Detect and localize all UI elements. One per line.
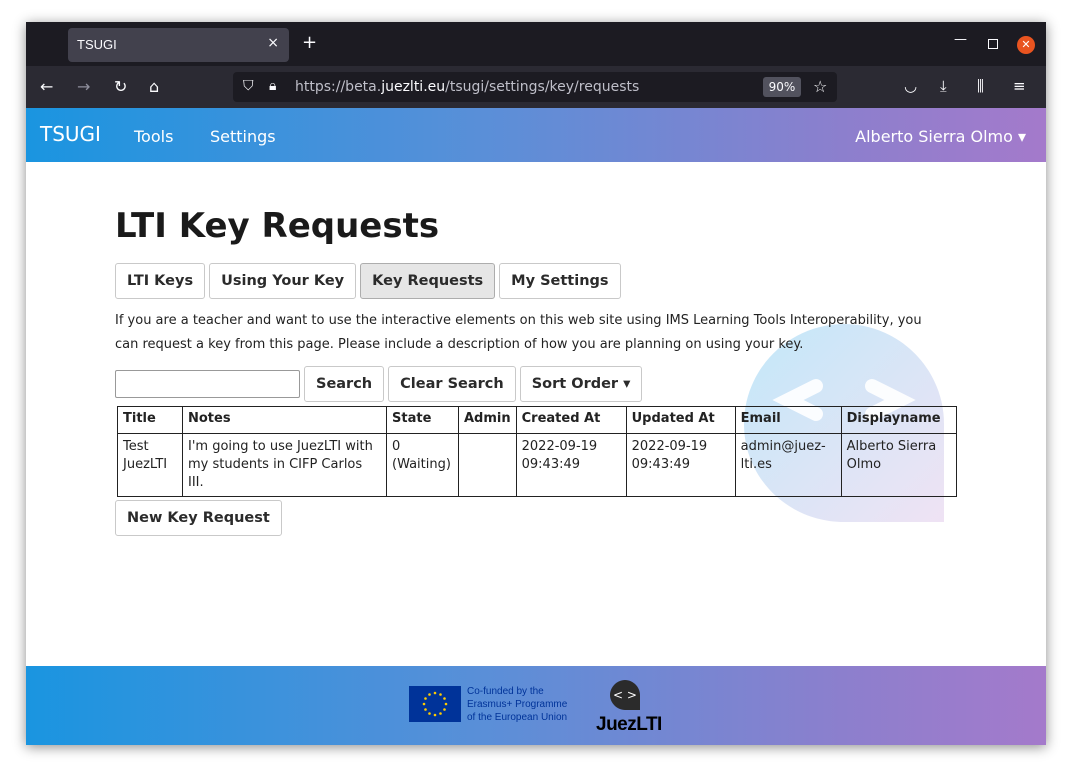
browser-window: TSUGI × + — ✕ ← → ↻ ⌂ ⛉ 🔒︎ https://beta.… bbox=[26, 22, 1046, 745]
brand-logo[interactable]: TSUGI bbox=[40, 122, 101, 146]
column-header[interactable]: Email bbox=[734, 406, 842, 434]
forward-icon[interactable]: → bbox=[77, 77, 90, 96]
library-icon[interactable]: ⫼ bbox=[977, 77, 984, 95]
cell-displayname: Alberto Sierra Olmo bbox=[840, 433, 957, 497]
eu-flag-icon bbox=[409, 686, 461, 722]
column-header[interactable]: Updated At bbox=[625, 406, 736, 434]
svg-text:< >: < > bbox=[613, 688, 637, 702]
url-text[interactable]: https://beta.juezlti.eu/tsugi/settings/k… bbox=[295, 79, 639, 95]
cell-created-at: 2022-09-19 09:43:49 bbox=[515, 433, 627, 497]
erasmus-text: Co-funded by the Erasmus+ Programme of t… bbox=[467, 685, 567, 724]
pocket-icon[interactable]: ◡ bbox=[904, 77, 917, 95]
cell-updated-at: 2022-09-19 09:43:49 bbox=[625, 433, 736, 497]
search-button[interactable]: Search bbox=[304, 366, 385, 402]
clear-search-button[interactable]: Clear Search bbox=[388, 366, 516, 402]
home-icon[interactable]: ⌂ bbox=[149, 77, 159, 96]
zoom-level[interactable]: 90% bbox=[763, 77, 801, 97]
column-header[interactable]: Title bbox=[117, 406, 183, 434]
site-footer: Co-funded by the Erasmus+ Programme of t… bbox=[26, 666, 1046, 745]
sort-order-button[interactable]: Sort Order ▾ bbox=[519, 366, 643, 402]
juezlti-logo-text: JuezLTI bbox=[596, 714, 662, 735]
cell-admin bbox=[458, 433, 517, 497]
close-window-icon[interactable]: ✕ bbox=[1017, 36, 1035, 54]
settings-tabs: LTI Keys Using Your Key Key Requests My … bbox=[115, 263, 621, 299]
browser-tab-bar: TSUGI × + — ✕ bbox=[26, 22, 1046, 66]
erasmus-line-3: of the European Union bbox=[467, 712, 568, 723]
column-header[interactable]: Admin bbox=[458, 406, 517, 434]
intro-text: If you are a teacher and want to use the… bbox=[115, 313, 922, 352]
menu-icon[interactable]: ≡ bbox=[1013, 77, 1026, 95]
juezlti-logo-icon: < > bbox=[610, 680, 640, 710]
url-bar[interactable]: ⛉ 🔒︎ https://beta.juezlti.eu/tsugi/setti… bbox=[233, 72, 837, 102]
table-header-row: Title Notes State Admin Created At Updat… bbox=[117, 406, 957, 434]
column-header[interactable]: Created At bbox=[515, 406, 627, 434]
tab-using-your-key[interactable]: Using Your Key bbox=[209, 263, 357, 299]
lock-icon[interactable]: 🔒︎ bbox=[269, 78, 276, 94]
erasmus-line-2: Erasmus+ Programme bbox=[467, 699, 568, 710]
reload-icon[interactable]: ↻ bbox=[114, 77, 127, 96]
browser-tab[interactable]: TSUGI × bbox=[68, 28, 289, 62]
search-row: Search Clear Search Sort Order ▾ bbox=[115, 366, 643, 402]
key-requests-table: Title Notes State Admin Created At Updat… bbox=[117, 406, 957, 497]
erasmus-line-1: Co-funded by the bbox=[467, 686, 544, 697]
nav-settings[interactable]: Settings bbox=[210, 127, 276, 146]
column-header[interactable]: Displayname bbox=[840, 406, 957, 434]
search-input[interactable] bbox=[115, 370, 300, 398]
new-key-request-button[interactable]: New Key Request bbox=[115, 500, 282, 536]
tab-key-requests[interactable]: Key Requests bbox=[360, 263, 496, 299]
page-title: LTI Key Requests bbox=[115, 206, 440, 246]
juezlti-logo[interactable]: < > JuezLTI bbox=[596, 680, 666, 736]
cell-title: Test JuezLTI bbox=[117, 433, 183, 497]
tab-lti-keys[interactable]: LTI Keys bbox=[115, 263, 206, 299]
column-header[interactable]: State bbox=[386, 406, 459, 434]
new-tab-icon[interactable]: + bbox=[302, 32, 317, 53]
minimize-icon[interactable]: — bbox=[954, 32, 967, 47]
maximize-icon[interactable] bbox=[988, 39, 998, 49]
download-icon[interactable]: ⤓ bbox=[940, 77, 947, 95]
bookmark-star-icon[interactable]: ☆ bbox=[813, 77, 827, 96]
cell-email: admin@juez-lti.es bbox=[734, 433, 842, 497]
close-tab-icon[interactable]: × bbox=[267, 35, 279, 51]
column-header[interactable]: Notes bbox=[182, 406, 387, 434]
tab-title: TSUGI bbox=[77, 37, 117, 52]
browser-nav-bar: ← → ↻ ⌂ ⛉ 🔒︎ https://beta.juezlti.eu/tsu… bbox=[26, 66, 1046, 108]
cell-state: 0 (Waiting) bbox=[386, 433, 459, 497]
user-menu[interactable]: Alberto Sierra Olmo ▾ bbox=[855, 127, 1026, 146]
nav-tools[interactable]: Tools bbox=[134, 127, 173, 146]
cell-notes: I'm going to use JuezLTI with my student… bbox=[182, 433, 387, 497]
back-icon[interactable]: ← bbox=[40, 77, 53, 96]
table-row[interactable]: Test JuezLTI I'm going to use JuezLTI wi… bbox=[117, 433, 957, 497]
site-header: TSUGI Tools Settings Alberto Sierra Olmo… bbox=[26, 108, 1046, 162]
tab-my-settings[interactable]: My Settings bbox=[499, 263, 621, 299]
shield-icon[interactable]: ⛉ bbox=[243, 78, 254, 94]
